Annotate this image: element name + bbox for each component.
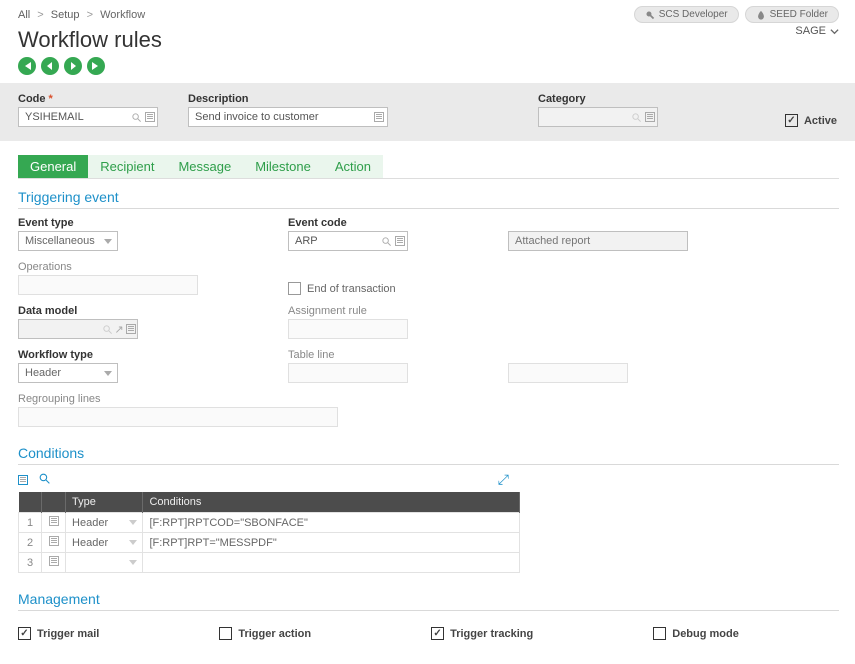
code-input[interactable] bbox=[19, 109, 129, 125]
row-type-cell[interactable]: Header bbox=[66, 533, 143, 553]
debug-mode-label: Debug mode bbox=[672, 628, 739, 640]
workflow-type-dropdown[interactable]: Header bbox=[18, 363, 118, 383]
data-model-input[interactable] bbox=[19, 321, 101, 337]
section-conditions: Conditions bbox=[18, 445, 839, 465]
row-number: 3 bbox=[19, 553, 42, 573]
workflow-type-label: Workflow type bbox=[18, 349, 268, 361]
table-line-input bbox=[288, 363, 408, 383]
event-type-dropdown[interactable]: Miscellaneous bbox=[18, 231, 118, 251]
trigger-action-checkbox[interactable]: Trigger action bbox=[219, 627, 311, 640]
description-input[interactable] bbox=[189, 109, 371, 125]
tab-action[interactable]: Action bbox=[323, 155, 383, 178]
nav-first-button[interactable] bbox=[18, 57, 36, 75]
leaf-icon bbox=[756, 10, 766, 20]
row-menu-button[interactable] bbox=[42, 533, 66, 553]
assignment-rule-label: Assignment rule bbox=[288, 305, 488, 317]
tab-milestone[interactable]: Milestone bbox=[243, 155, 323, 178]
scs-developer-label: SCS Developer bbox=[659, 9, 728, 20]
conditions-table: Type Conditions 1 Header [F:RPT]RPTCOD="… bbox=[18, 492, 520, 573]
wrench-icon bbox=[645, 10, 655, 20]
category-menu-icon[interactable] bbox=[644, 112, 657, 122]
row-type-cell[interactable] bbox=[66, 553, 143, 573]
col-type[interactable]: Type bbox=[66, 492, 143, 513]
category-input[interactable] bbox=[539, 109, 630, 125]
code-input-wrap bbox=[18, 107, 158, 127]
seed-folder-button[interactable]: SEED Folder bbox=[745, 6, 839, 23]
row-condition-cell[interactable]: [F:RPT]RPTCOD="SBONFACE" bbox=[143, 513, 520, 533]
table-line-label: Table line bbox=[288, 349, 488, 361]
row-condition-cell[interactable] bbox=[143, 553, 520, 573]
table-line-extra-input bbox=[508, 363, 628, 383]
assignment-rule-input bbox=[288, 319, 408, 339]
event-code-menu-icon[interactable] bbox=[394, 236, 407, 246]
debug-mode-checkbox[interactable]: Debug mode bbox=[653, 627, 739, 640]
row-condition-cell[interactable]: [F:RPT]RPT="MESSPDF" bbox=[143, 533, 520, 553]
section-triggering-event: Triggering event bbox=[18, 189, 839, 209]
nav-last-button[interactable] bbox=[87, 57, 105, 75]
row-menu-button[interactable] bbox=[42, 553, 66, 573]
row-menu-button[interactable] bbox=[42, 513, 66, 533]
table-row: 2 Header [F:RPT]RPT="MESSPDF" bbox=[19, 533, 520, 553]
conditions-grid-icon[interactable] bbox=[18, 472, 28, 488]
category-input-wrap bbox=[538, 107, 658, 127]
row-type-cell[interactable]: Header bbox=[66, 513, 143, 533]
code-label: Code bbox=[18, 93, 158, 105]
tab-message[interactable]: Message bbox=[166, 155, 243, 178]
description-input-wrap bbox=[188, 107, 388, 127]
record-nav bbox=[0, 57, 855, 83]
nav-prev-button[interactable] bbox=[41, 57, 59, 75]
user-name: SAGE bbox=[795, 25, 826, 37]
operations-input bbox=[18, 275, 198, 295]
regrouping-lines-input bbox=[18, 407, 338, 427]
trigger-mail-label: Trigger mail bbox=[37, 628, 99, 640]
user-menu[interactable]: SAGE bbox=[795, 25, 839, 37]
code-search-icon[interactable] bbox=[129, 112, 143, 123]
trigger-tracking-label: Trigger tracking bbox=[450, 628, 533, 640]
event-type-label: Event type bbox=[18, 217, 268, 229]
conditions-search-icon[interactable] bbox=[38, 472, 51, 488]
trigger-action-label: Trigger action bbox=[238, 628, 311, 640]
tab-general[interactable]: General bbox=[18, 155, 88, 178]
active-checkbox[interactable]: ✓ Active bbox=[785, 114, 837, 127]
tab-recipient[interactable]: Recipient bbox=[88, 155, 166, 178]
page-title: Workflow rules bbox=[18, 27, 162, 53]
seed-folder-label: SEED Folder bbox=[770, 9, 828, 20]
event-code-label: Event code bbox=[288, 217, 488, 229]
table-row: 3 bbox=[19, 553, 520, 573]
data-model-goto-icon[interactable]: ↗ bbox=[113, 323, 125, 336]
breadcrumb-workflow: Workflow bbox=[100, 9, 145, 21]
data-model-menu-icon[interactable] bbox=[125, 324, 137, 334]
table-row: 1 Header [F:RPT]RPTCOD="SBONFACE" bbox=[19, 513, 520, 533]
trigger-tracking-checkbox[interactable]: ✓Trigger tracking bbox=[431, 627, 533, 640]
category-label: Category bbox=[538, 93, 658, 105]
description-label: Description bbox=[188, 93, 388, 105]
breadcrumb-setup[interactable]: Setup bbox=[51, 9, 80, 21]
description-menu-icon[interactable] bbox=[371, 112, 387, 122]
section-management: Management bbox=[18, 591, 839, 611]
chevron-down-icon bbox=[830, 27, 839, 36]
data-model-search-icon[interactable] bbox=[101, 324, 113, 335]
row-number: 1 bbox=[19, 513, 42, 533]
end-of-transaction-label: End of transaction bbox=[307, 283, 396, 295]
trigger-mail-checkbox[interactable]: ✓Trigger mail bbox=[18, 627, 99, 640]
event-code-search-icon[interactable] bbox=[380, 236, 393, 247]
active-label: Active bbox=[804, 115, 837, 127]
code-menu-icon[interactable] bbox=[143, 112, 157, 122]
regrouping-lines-label: Regrouping lines bbox=[18, 393, 488, 405]
attached-report-input[interactable] bbox=[509, 233, 687, 249]
data-model-label: Data model bbox=[18, 305, 268, 317]
operations-label: Operations bbox=[18, 261, 268, 273]
scs-developer-button[interactable]: SCS Developer bbox=[634, 6, 739, 23]
breadcrumb-all[interactable]: All bbox=[18, 9, 30, 21]
row-number: 2 bbox=[19, 533, 42, 553]
breadcrumb: All > Setup > Workflow bbox=[18, 9, 145, 21]
category-search-icon[interactable] bbox=[630, 112, 643, 123]
conditions-expand-icon[interactable]: ⤢ bbox=[498, 471, 509, 488]
col-conditions[interactable]: Conditions bbox=[143, 492, 520, 513]
event-code-input[interactable] bbox=[289, 233, 380, 249]
nav-next-button[interactable] bbox=[64, 57, 82, 75]
end-of-transaction-checkbox[interactable]: End of transaction bbox=[288, 282, 488, 295]
